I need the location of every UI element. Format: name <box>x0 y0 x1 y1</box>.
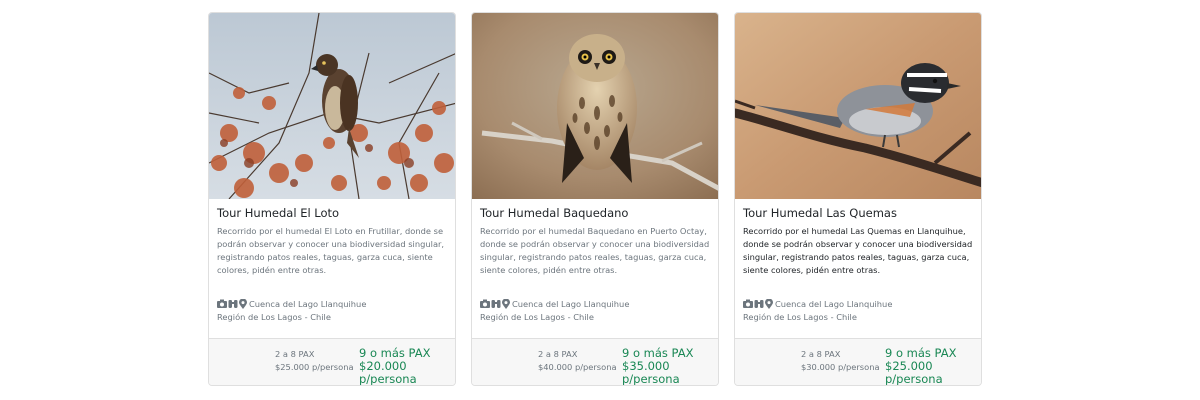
tier1-label: 2 a 8 PAX <box>275 349 315 359</box>
tour-card-baquedano[interactable]: Tour Humedal Baquedano Recorrido por el … <box>471 12 719 386</box>
hawk-photo <box>209 13 455 199</box>
location-text: Cuenca del Lago Llanquihue <box>249 299 367 309</box>
card-footer-pricing: 2 a 8 PAX $30.000 p/persona 9 o más PAX … <box>735 338 981 385</box>
location-text: Cuenca del Lago Llanquihue <box>775 299 893 309</box>
tour-card-las-quemas[interactable]: Tour Humedal Las Quemas Recorrido por el… <box>734 12 982 386</box>
region-text: Región de Los Lagos - Chile <box>217 312 331 322</box>
tier1-price: $30.000 p/persona <box>801 362 880 372</box>
binoculars-icon <box>754 300 764 308</box>
region-text: Región de Los Lagos - Chile <box>480 312 594 322</box>
card-title[interactable]: Tour Humedal Baquedano <box>480 206 628 220</box>
camera-icon <box>743 299 753 308</box>
map-pin-icon <box>239 298 247 309</box>
card-footer-pricing: 2 a 8 PAX $25.000 p/persona 9 o más PAX … <box>209 338 455 385</box>
card-title[interactable]: Tour Humedal El Loto <box>217 206 339 220</box>
camera-icon <box>480 299 490 308</box>
tier2-price: $20.000 p/persona <box>359 359 417 386</box>
tier1-label: 2 a 8 PAX <box>538 349 578 359</box>
card-description: Recorrido por el humedal Baquedano en Pu… <box>480 226 710 275</box>
tour-card-el-loto[interactable]: Tour Humedal El Loto Recorrido por el hu… <box>208 12 456 386</box>
camera-icon <box>217 299 227 308</box>
owl-photo <box>472 13 718 199</box>
binoculars-icon <box>228 300 238 308</box>
tier1-price: $40.000 p/persona <box>538 362 617 372</box>
card-description: Recorrido por el humedal El Loto en Frut… <box>217 226 445 275</box>
map-pin-icon <box>502 298 510 309</box>
tier1-price: $25.000 p/persona <box>275 362 354 372</box>
binoculars-icon <box>491 300 501 308</box>
tier2-price: $25.000 p/persona <box>885 359 943 386</box>
card-footer-pricing: 2 a 8 PAX $40.000 p/persona 9 o más PAX … <box>472 338 718 385</box>
card-location: Cuenca del Lago Llanquihue Región de Los… <box>743 298 892 324</box>
map-pin-icon <box>765 298 773 309</box>
songbird-photo <box>735 13 981 199</box>
card-title[interactable]: Tour Humedal Las Quemas <box>743 206 897 220</box>
card-description: Recorrido por el humedal Las Quemas en L… <box>743 226 973 275</box>
card-location: Cuenca del Lago Llanquihue Región de Los… <box>217 298 366 324</box>
location-text: Cuenca del Lago Llanquihue <box>512 299 630 309</box>
tier2-price: $35.000 p/persona <box>622 359 680 386</box>
tier1-label: 2 a 8 PAX <box>801 349 841 359</box>
card-location: Cuenca del Lago Llanquihue Región de Los… <box>480 298 629 324</box>
region-text: Región de Los Lagos - Chile <box>743 312 857 322</box>
